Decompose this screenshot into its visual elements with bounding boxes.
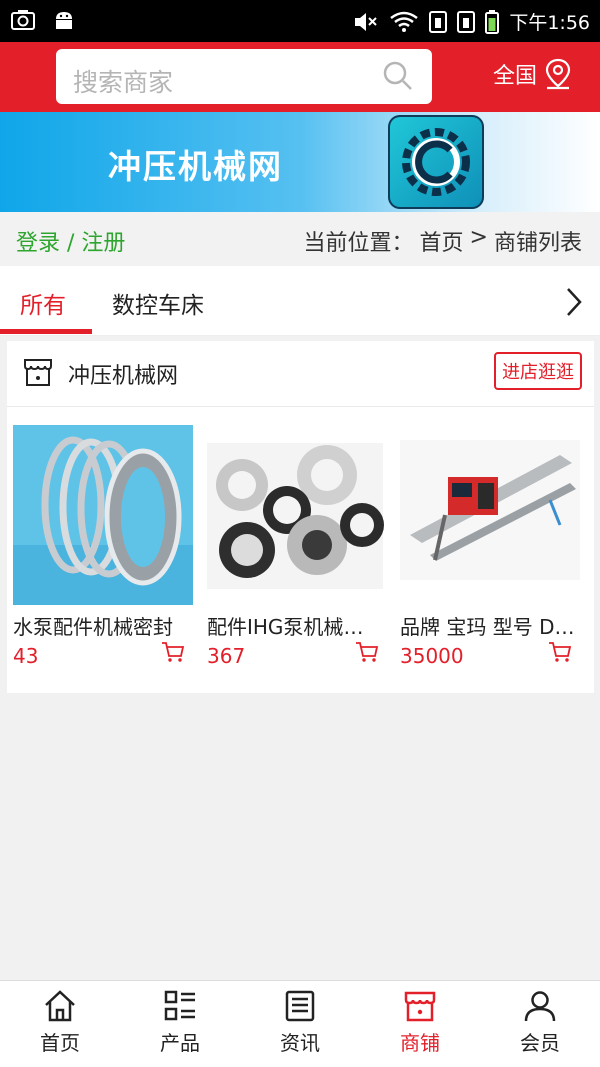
site-logo: [388, 115, 484, 209]
sim1-signal-icon: [429, 10, 448, 33]
product-name[interactable]: 配件IHG泵机械密封: [207, 611, 383, 640]
mute-icon: [355, 12, 378, 31]
chevron-right-icon[interactable]: [564, 286, 584, 318]
region-label[interactable]: 全国: [493, 58, 537, 90]
breadcrumb-separator: >: [469, 225, 488, 250]
status-time: 下午1:56: [509, 12, 590, 34]
cart-icon[interactable]: [355, 641, 379, 663]
product-card[interactable]: 品牌 宝玛 型号 D100 35000: [400, 425, 580, 668]
nav-home-label[interactable]: 首页: [40, 1031, 80, 1055]
category-tabs: 所有 数控车床: [0, 266, 600, 336]
location-pin-icon[interactable]: [543, 58, 573, 90]
product-name[interactable]: 品牌 宝玛 型号 D100: [400, 611, 576, 640]
status-bar: 下午1:56: [0, 0, 600, 42]
product-card[interactable]: 配件IHG泵机械密封 367: [207, 425, 387, 668]
banner: 冲压机械网: [0, 112, 600, 212]
battery-icon: [485, 9, 500, 34]
enter-shop-button[interactable]: 进店逛逛: [494, 352, 582, 390]
header: 搜索商家 全国: [0, 42, 600, 112]
shop-header: 冲压机械网 进店逛逛: [7, 341, 594, 407]
region-selector[interactable]: 全国: [493, 58, 573, 90]
search-input[interactable]: 搜索商家: [73, 63, 173, 99]
cart-icon[interactable]: [548, 641, 572, 663]
user-icon[interactable]: [523, 989, 557, 1023]
nav-member[interactable]: 会员: [480, 989, 600, 1056]
shop-name[interactable]: 冲压机械网: [68, 358, 178, 390]
nav-member-label[interactable]: 会员: [520, 1031, 560, 1055]
breadcrumb-bar: 登录 / 注册 当前位置： 首页 > 商铺列表: [0, 212, 600, 266]
product-card[interactable]: 水泵配件机械密封 43: [13, 425, 193, 668]
shop-card: 冲压机械网 进店逛逛 水泵配件机械密封 43 配件IHG泵机械密封 367 品牌…: [7, 341, 594, 693]
product-image-cnc-cutter[interactable]: [400, 425, 580, 605]
tab-all[interactable]: 所有: [20, 286, 66, 320]
screenshot-icon: [11, 10, 35, 30]
nav-home[interactable]: 首页: [0, 989, 120, 1056]
wifi-icon: [390, 11, 419, 32]
home-icon[interactable]: [43, 989, 77, 1023]
breadcrumb-current: 商铺列表: [493, 231, 582, 256]
tab-cnc-lathe[interactable]: 数控车床: [112, 286, 204, 320]
product-image-spring-seal[interactable]: [13, 425, 193, 605]
store-icon: [24, 359, 52, 386]
cart-icon[interactable]: [161, 641, 185, 663]
login-register-link[interactable]: 登录 / 注册: [16, 225, 125, 257]
search-icon[interactable]: [382, 60, 414, 92]
breadcrumb-home[interactable]: 首页: [420, 225, 464, 257]
nav-shops[interactable]: 商铺: [360, 989, 480, 1056]
search-box[interactable]: 搜索商家: [56, 49, 432, 104]
banner-title: 冲压机械网: [108, 147, 283, 186]
nav-products[interactable]: 产品: [120, 989, 240, 1056]
product-name[interactable]: 水泵配件机械密封: [13, 611, 189, 640]
breadcrumb-prefix: 当前位置：: [303, 231, 414, 256]
shop-icon[interactable]: [403, 989, 437, 1023]
news-icon[interactable]: [283, 989, 317, 1023]
android-icon: [56, 12, 72, 29]
active-tab-indicator: [0, 329, 92, 334]
breadcrumb: 当前位置： 首页 > 商铺列表: [304, 225, 582, 257]
nav-news-label[interactable]: 资讯: [280, 1031, 320, 1055]
grid-list-icon[interactable]: [163, 989, 197, 1023]
nav-products-label[interactable]: 产品: [160, 1031, 200, 1055]
sim2-signal-icon: [457, 10, 476, 33]
product-image-mechanical-seals[interactable]: [207, 425, 387, 605]
nav-shops-label[interactable]: 商铺: [400, 1031, 440, 1055]
nav-news[interactable]: 资讯: [240, 989, 360, 1056]
bottom-nav: 首页 产品 资讯 商铺 会员: [0, 980, 600, 1067]
